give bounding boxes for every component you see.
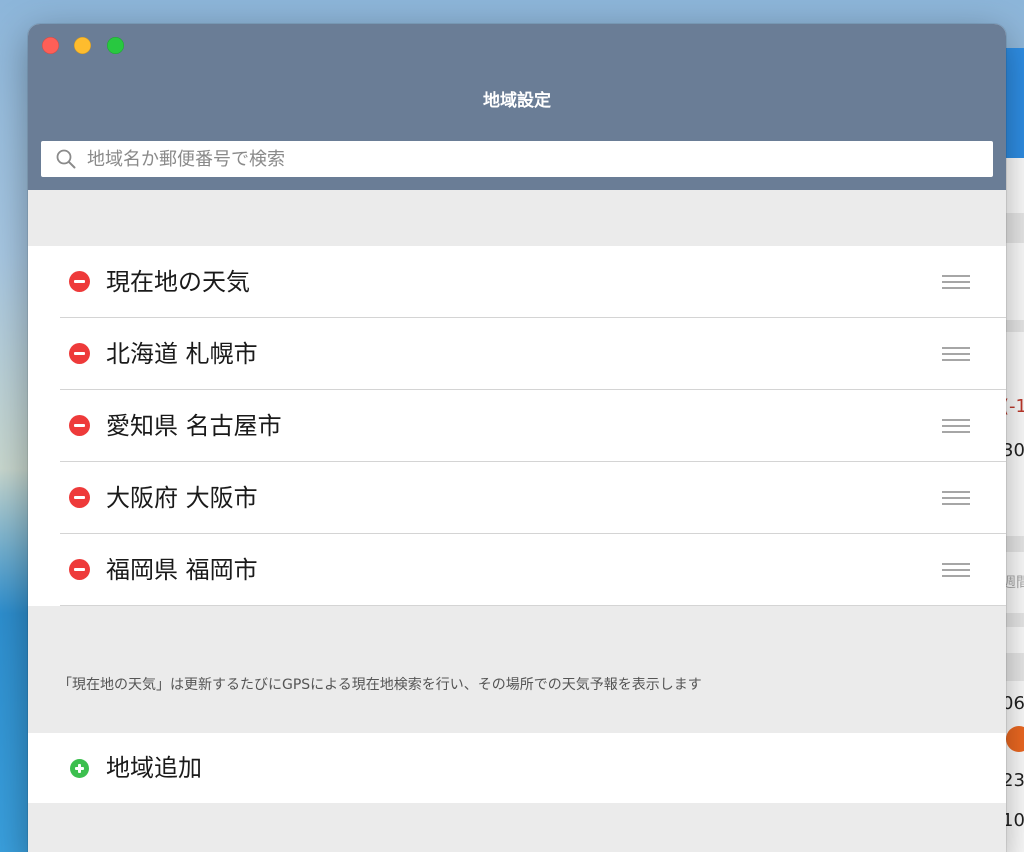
search-icon xyxy=(56,149,76,169)
remove-location-icon[interactable] xyxy=(69,343,90,364)
search-input[interactable] xyxy=(87,141,977,177)
add-location-button[interactable]: 地域追加 xyxy=(28,733,1006,803)
location-label: 北海道 札幌市 xyxy=(106,340,258,368)
location-list: 現在地の天気 北海道 札幌市 愛知県 名古屋市 大阪府 大阪市 福岡県 福岡市 xyxy=(28,246,1006,606)
location-label: 愛知県 名古屋市 xyxy=(106,412,282,440)
drag-handle-icon[interactable] xyxy=(942,347,970,362)
location-label: 福岡県 福岡市 xyxy=(106,556,258,584)
plus-circle-icon xyxy=(70,759,89,778)
drag-handle-icon[interactable] xyxy=(942,563,970,578)
location-row[interactable]: 福岡県 福岡市 xyxy=(28,534,1006,606)
region-settings-window: 地域設定 現在地の天気 北海道 札幌市 xyxy=(28,24,1006,852)
minimize-window-button[interactable] xyxy=(74,37,91,54)
add-location-label: 地域追加 xyxy=(106,754,202,782)
remove-location-icon[interactable] xyxy=(69,487,90,508)
location-row[interactable]: 現在地の天気 xyxy=(28,246,1006,318)
location-label: 現在地の天気 xyxy=(106,268,250,296)
zoom-window-button[interactable] xyxy=(107,37,124,54)
row-divider xyxy=(60,605,1006,606)
drag-handle-icon[interactable] xyxy=(942,275,970,290)
drag-handle-icon[interactable] xyxy=(942,419,970,434)
title-bar: 地域設定 xyxy=(28,24,1006,190)
search-field[interactable] xyxy=(41,141,993,177)
drag-handle-icon[interactable] xyxy=(942,491,970,506)
remove-location-icon[interactable] xyxy=(69,415,90,436)
location-label: 大阪府 大阪市 xyxy=(106,484,258,512)
location-row[interactable]: 愛知県 名古屋市 xyxy=(28,390,1006,462)
location-row[interactable]: 大阪府 大阪市 xyxy=(28,462,1006,534)
gps-note: 「現在地の天気」は更新するたびにGPSによる現在地検索を行い、その場所での天気予… xyxy=(58,677,702,693)
sun-icon xyxy=(1006,726,1024,752)
close-window-button[interactable] xyxy=(42,37,59,54)
window-title: 地域設定 xyxy=(483,91,551,111)
remove-location-icon[interactable] xyxy=(69,559,90,580)
location-row[interactable]: 北海道 札幌市 xyxy=(28,318,1006,390)
remove-location-icon[interactable] xyxy=(69,271,90,292)
